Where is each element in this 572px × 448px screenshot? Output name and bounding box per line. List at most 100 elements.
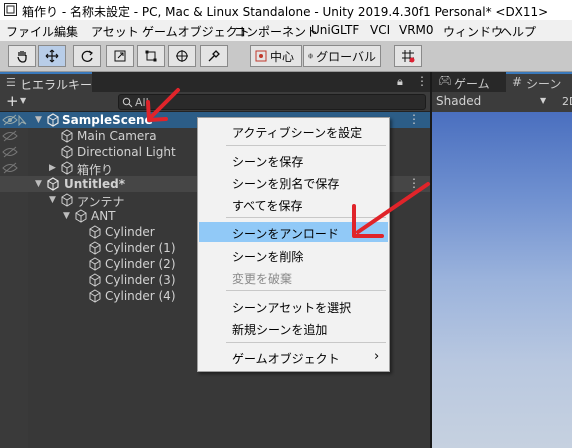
menu-item-label: シーンを保存 [232, 155, 304, 169]
search-icon [122, 97, 133, 108]
tab-hierarchy[interactable]: ☰ ヒエラルキー [0, 72, 92, 92]
menu-item-label: シーンアセットを選択 [232, 301, 352, 315]
gameobject-cube-icon [89, 225, 101, 239]
globe-icon [308, 53, 313, 59]
rotate-tool-icon[interactable] [73, 45, 101, 67]
row-label: Main Camera [77, 129, 157, 143]
visibility-icon[interactable] [2, 162, 18, 174]
gameobject-cube-icon [89, 289, 101, 303]
visibility-icon[interactable] [2, 130, 18, 142]
hand-tool-icon[interactable] [8, 45, 36, 67]
gameobject-cube-icon [61, 161, 73, 175]
menu-item-label: 新規シーンを追加 [232, 323, 328, 337]
expand-arrow-icon[interactable]: ▼ [35, 113, 45, 127]
collapse-arrow-icon[interactable]: ▶ [49, 161, 59, 175]
menu-item-add-new-scene[interactable]: 新規シーンを追加 [199, 318, 388, 338]
visibility-icon[interactable] [2, 114, 18, 126]
scene-menu-icon[interactable]: ⋮ [408, 112, 420, 126]
menu-item-label: シーンを削除 [232, 250, 304, 264]
gameobject-cube-icon [61, 145, 73, 159]
row-label: Cylinder [105, 225, 155, 239]
gamepad-icon: 🎮︎ [438, 74, 452, 87]
panel-menu-icon[interactable]: ⋮ [416, 74, 428, 88]
lock-icon[interactable]: 🔒︎ [397, 75, 403, 89]
row-label: Cylinder (1) [105, 241, 176, 255]
menu-help[interactable]: ヘルプ [500, 23, 536, 40]
chevron-down-icon: ▼ [540, 96, 547, 105]
window-title: 箱作り - 名称未設定 - PC, Mac & Linux Standalone… [22, 5, 549, 19]
menu-vci[interactable]: VCI [370, 23, 390, 37]
list-icon: ☰ [6, 76, 16, 89]
menu-file[interactable]: ファイル [6, 23, 54, 40]
gameobject-cube-icon [89, 273, 101, 287]
hierarchy-tab-label: ヒエラルキー [20, 78, 93, 92]
expand-arrow-icon[interactable]: ▼ [35, 177, 45, 191]
menu-window[interactable]: ウィンドウ [443, 23, 503, 40]
menu-unigltf[interactable]: UniGLTF [311, 23, 359, 37]
pivot-icon [255, 50, 267, 62]
annotation-arrow-icon [146, 88, 180, 122]
visibility-icon[interactable] [2, 146, 18, 158]
scene-grid-icon: # [512, 75, 523, 89]
unity-logo-icon [4, 3, 17, 16]
space-toggle-button[interactable]: グローバル [303, 45, 381, 67]
space-label: グローバル [316, 49, 376, 64]
menu-item-label: シーンをアンロード [232, 227, 339, 241]
menu-item-select-scene-asset[interactable]: シーンアセットを選択 [199, 296, 388, 316]
row-label: Cylinder (4) [105, 289, 176, 303]
menu-item-discard-changes: 変更を破棄 [199, 267, 388, 287]
tab-game[interactable]: 🎮︎ ゲーム [438, 72, 504, 92]
pickable-icon[interactable] [17, 115, 28, 126]
submenu-arrow-icon: › [374, 349, 380, 364]
transform-tool-icon[interactable] [168, 45, 196, 67]
gameobject-cube-icon [61, 193, 73, 207]
row-label: Cylinder (3) [105, 273, 176, 287]
title-bar: 箱作り - 名称未設定 - PC, Mac & Linux Standalone… [0, 0, 572, 20]
2d-toggle-button[interactable]: 2D [562, 95, 572, 108]
menu-edit[interactable]: 編集 [54, 23, 78, 40]
grid-snap-icon[interactable] [394, 45, 422, 67]
gameobject-cube-icon [61, 129, 73, 143]
scene-tab-label: シーン [526, 77, 562, 91]
gameobject-cube-icon [89, 257, 101, 271]
menu-separator [226, 145, 386, 146]
move-tool-icon[interactable] [38, 45, 66, 67]
row-label: Untitled* [64, 177, 125, 191]
unity-scene-icon [47, 113, 59, 127]
main-toolbar: 中心 グローバル [0, 41, 572, 72]
menu-bar: ファイル 編集 アセット ゲームオブジェクト コンポーネント UniGLTF V… [0, 20, 572, 41]
shading-mode-value: Shaded [436, 94, 482, 108]
menu-item-gameobject-submenu[interactable]: ゲームオブジェクト › [199, 347, 388, 367]
row-label: Cylinder (2) [105, 257, 176, 271]
menu-item-set-active-scene[interactable]: アクティブシーンを設定 [199, 121, 388, 141]
menu-vrm0[interactable]: VRM0 [399, 23, 434, 37]
menu-item-save-scene[interactable]: シーンを保存 [199, 150, 388, 170]
unity-scene-icon [47, 177, 59, 191]
menu-item-remove-scene[interactable]: シーンを削除 [199, 245, 388, 265]
gameobject-cube-icon [75, 209, 87, 223]
expand-arrow-icon[interactable]: ▼ [49, 193, 59, 207]
menu-component[interactable]: コンポーネント [234, 23, 318, 40]
game-tab-label: ゲーム [454, 77, 490, 91]
menu-item-label: すべてを保存 [232, 199, 303, 213]
scale-tool-icon[interactable] [106, 45, 134, 67]
rect-tool-icon[interactable] [137, 45, 165, 67]
annotation-arrow-icon [352, 182, 430, 238]
scene-viewport[interactable] [432, 112, 572, 448]
menu-item-label: シーンを別名で保存 [232, 177, 340, 191]
tab-scene[interactable]: # シーン [506, 72, 572, 92]
expand-arrow-icon[interactable]: ▼ [63, 209, 73, 223]
row-label: Directional Light [77, 145, 176, 159]
shading-mode-dropdown[interactable]: Shaded ▼ [434, 93, 552, 110]
add-dropdown-icon[interactable]: ▼ [20, 96, 26, 105]
menu-assets[interactable]: アセット [91, 23, 139, 40]
menu-item-label: アクティブシーンを設定 [232, 126, 363, 140]
pivot-toggle-button[interactable]: 中心 [250, 45, 302, 67]
gameobject-cube-icon [89, 241, 101, 255]
menu-item-label: 変更を破棄 [232, 272, 293, 286]
menu-separator [226, 342, 386, 343]
menu-separator [226, 290, 386, 291]
add-button[interactable]: + [6, 92, 19, 110]
custom-tool-icon[interactable] [200, 45, 228, 67]
menu-item-label: ゲームオブジェクト [232, 352, 340, 366]
